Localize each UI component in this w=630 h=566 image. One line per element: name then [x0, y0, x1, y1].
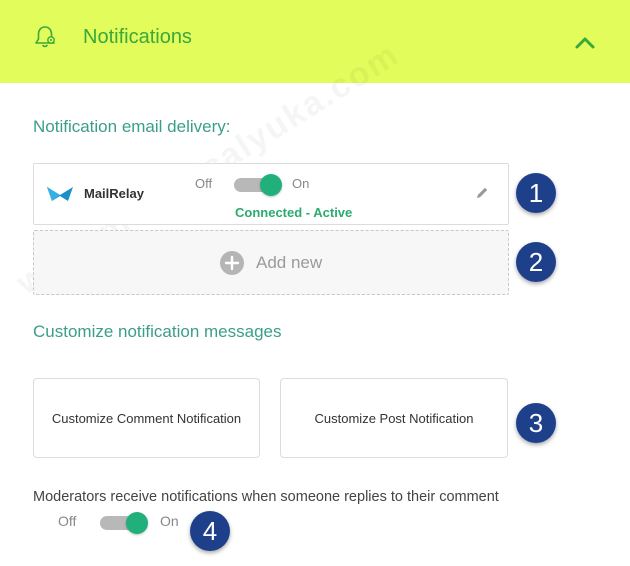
toggle-knob: [126, 512, 148, 534]
mailrelay-logo: [47, 187, 73, 201]
chevron-up-icon[interactable]: [574, 36, 596, 50]
step-badge-2: 2: [516, 242, 556, 282]
toggle-on-label: On: [292, 176, 310, 191]
bell-gear-icon: [35, 26, 55, 48]
add-new-provider-button[interactable]: Add new: [33, 230, 509, 295]
add-new-label: Add new: [256, 253, 323, 272]
moderators-on-label: On: [160, 513, 179, 529]
moderators-setting-label: Moderators receive notifications when so…: [33, 489, 499, 505]
moderators-toggle[interactable]: [100, 512, 148, 534]
notifications-header[interactable]: Notifications: [0, 0, 630, 83]
moderators-off-label: Off: [58, 513, 77, 529]
mailrelay-toggle[interactable]: [234, 174, 282, 196]
customize-section-title: Customize notification messages: [33, 322, 282, 341]
step-badge-4: 4: [190, 511, 230, 551]
plus-circle-icon: [220, 251, 244, 275]
header-title: Notifications: [83, 26, 192, 48]
mailrelay-card: MailRelay Off On Connected - Active: [33, 163, 509, 225]
customize-comment-notification-button[interactable]: Customize Comment Notification: [33, 378, 260, 458]
toggle-knob: [260, 174, 282, 196]
delivery-section-title: Notification email delivery:: [33, 117, 231, 136]
customize-post-notification-button[interactable]: Customize Post Notification: [280, 378, 508, 458]
provider-name: MailRelay: [84, 186, 144, 201]
toggle-off-label: Off: [195, 176, 213, 191]
customize-post-label: Customize Post Notification: [314, 410, 474, 426]
pencil-icon[interactable]: [474, 185, 490, 201]
step-badge-3: 3: [516, 403, 556, 443]
connection-status: Connected - Active: [235, 205, 353, 220]
customize-comment-label: Customize Comment Notification: [51, 410, 242, 426]
step-badge-1: 1: [516, 173, 556, 213]
